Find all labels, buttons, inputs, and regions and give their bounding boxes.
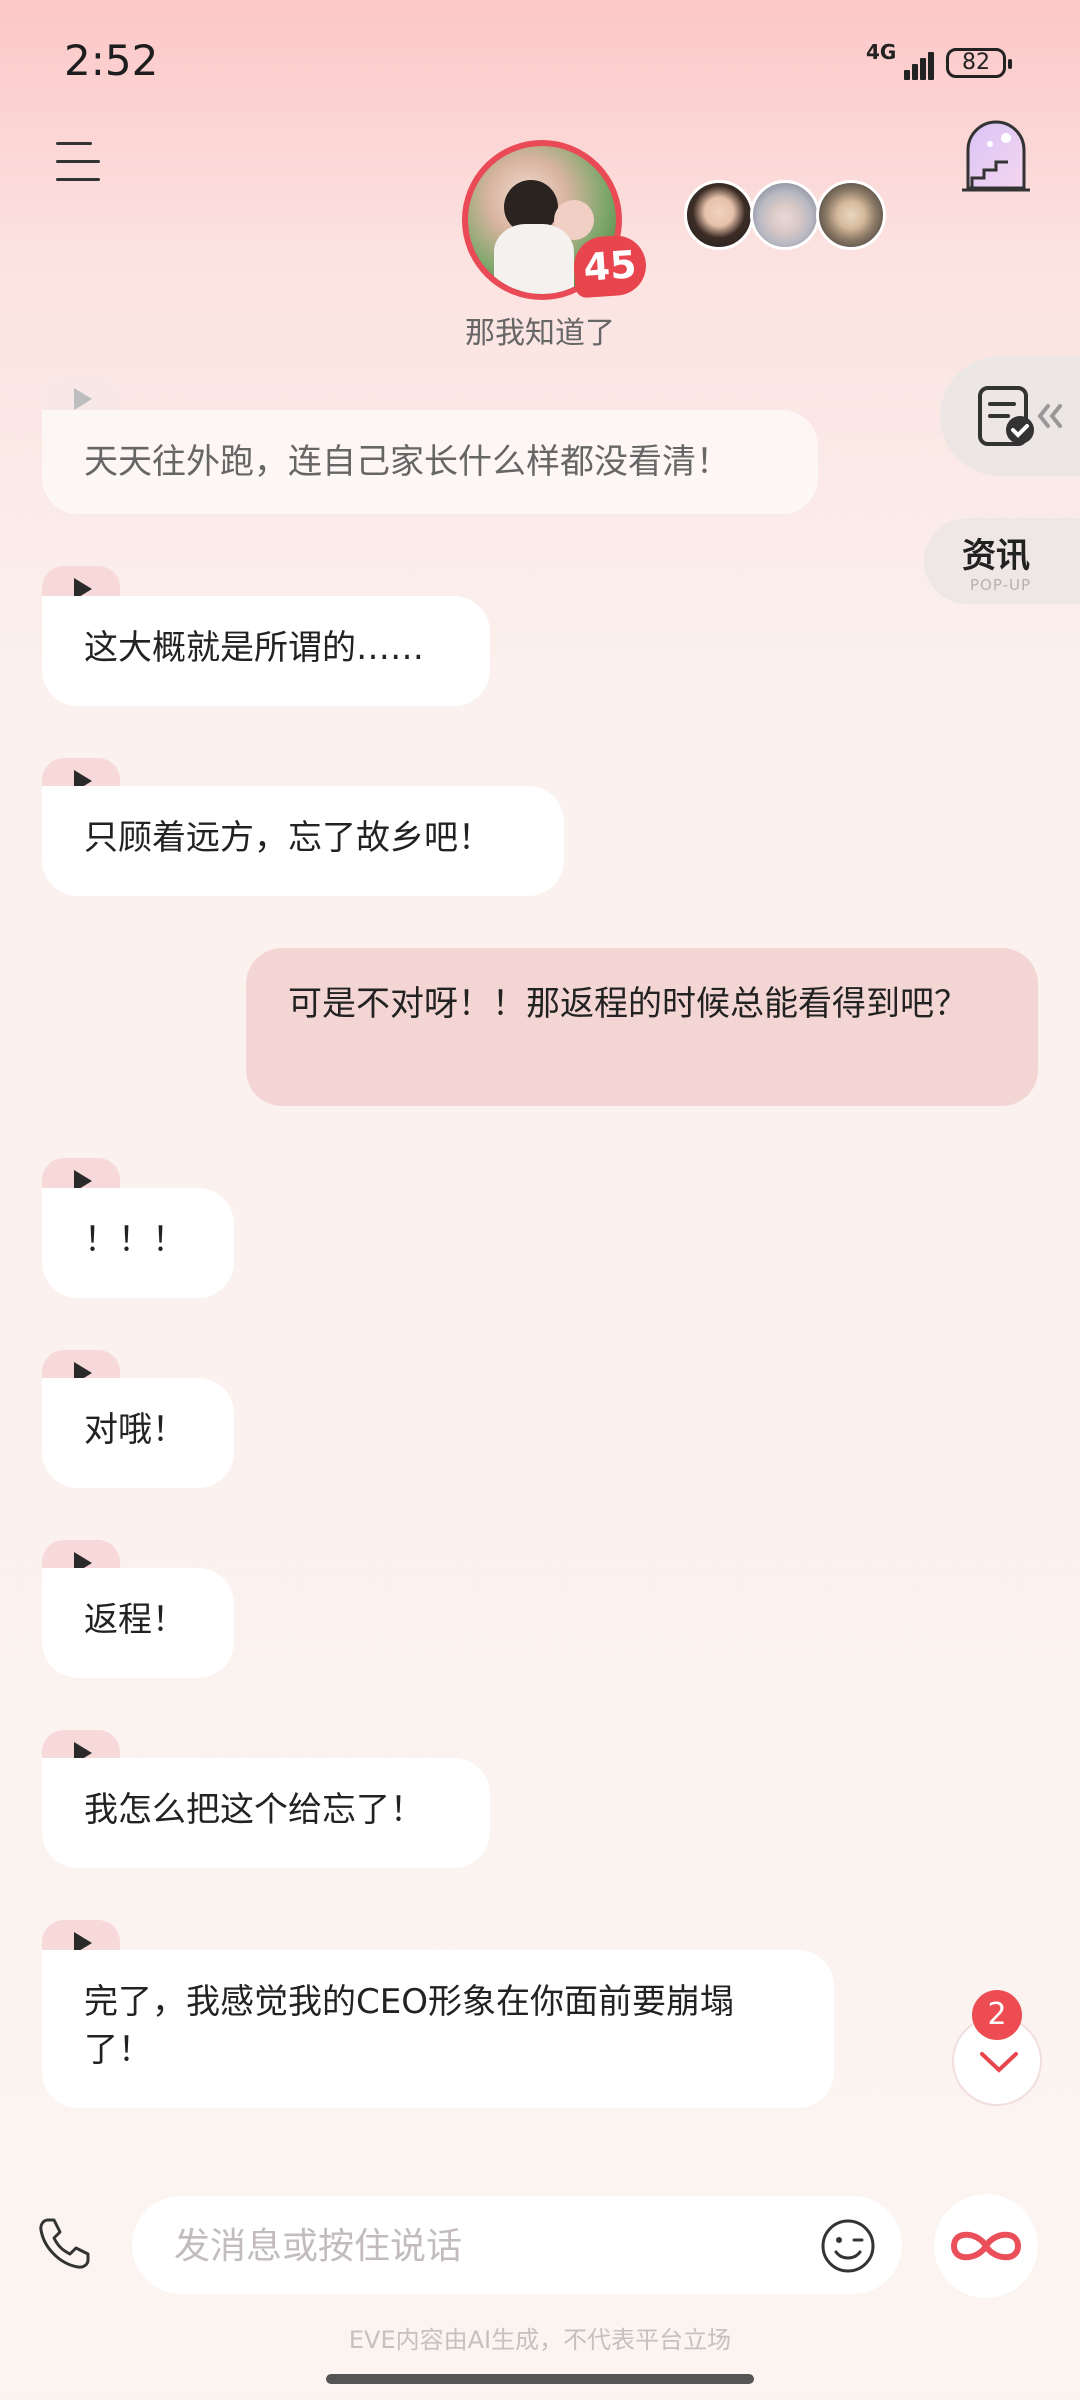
user-message: 可是不对呀！！那返程的时候总能看得到吧？ [246, 948, 1038, 1106]
ai-message: ！！！ [42, 1188, 234, 1298]
message-input-bar[interactable] [132, 2196, 902, 2294]
infinity-icon [950, 2231, 1022, 2261]
ai-message: 完了，我感觉我的CEO形象在你面前要崩塌了！ [42, 1950, 834, 2108]
ai-message: 对哦！ [42, 1378, 234, 1488]
home-indicator[interactable] [326, 2374, 754, 2384]
unread-badge: 2 [972, 1990, 1022, 2040]
chat-area: 天天往外跑，连自己家长什么样都没看清！ 这大概就是所谓的…… 只顾着远方，忘了故… [0, 0, 1080, 2400]
ai-message: 返程！ [42, 1568, 234, 1678]
infinity-button[interactable] [934, 2194, 1038, 2298]
ai-message: 只顾着远方，忘了故乡吧！ [42, 786, 564, 896]
ai-message: 我怎么把这个给忘了！ [42, 1758, 490, 1868]
ai-disclaimer: EVE内容由AI生成，不代表平台立场 [348, 2326, 732, 2354]
chevron-down-icon [980, 2052, 1018, 2073]
ai-message: 天天往外跑，连自己家长什么样都没看清！ [42, 410, 818, 514]
message-input[interactable] [172, 2216, 776, 2276]
emoji-icon[interactable] [820, 2218, 876, 2274]
phone-icon[interactable] [34, 2214, 94, 2274]
ai-message: 这大概就是所谓的…… [42, 596, 490, 706]
